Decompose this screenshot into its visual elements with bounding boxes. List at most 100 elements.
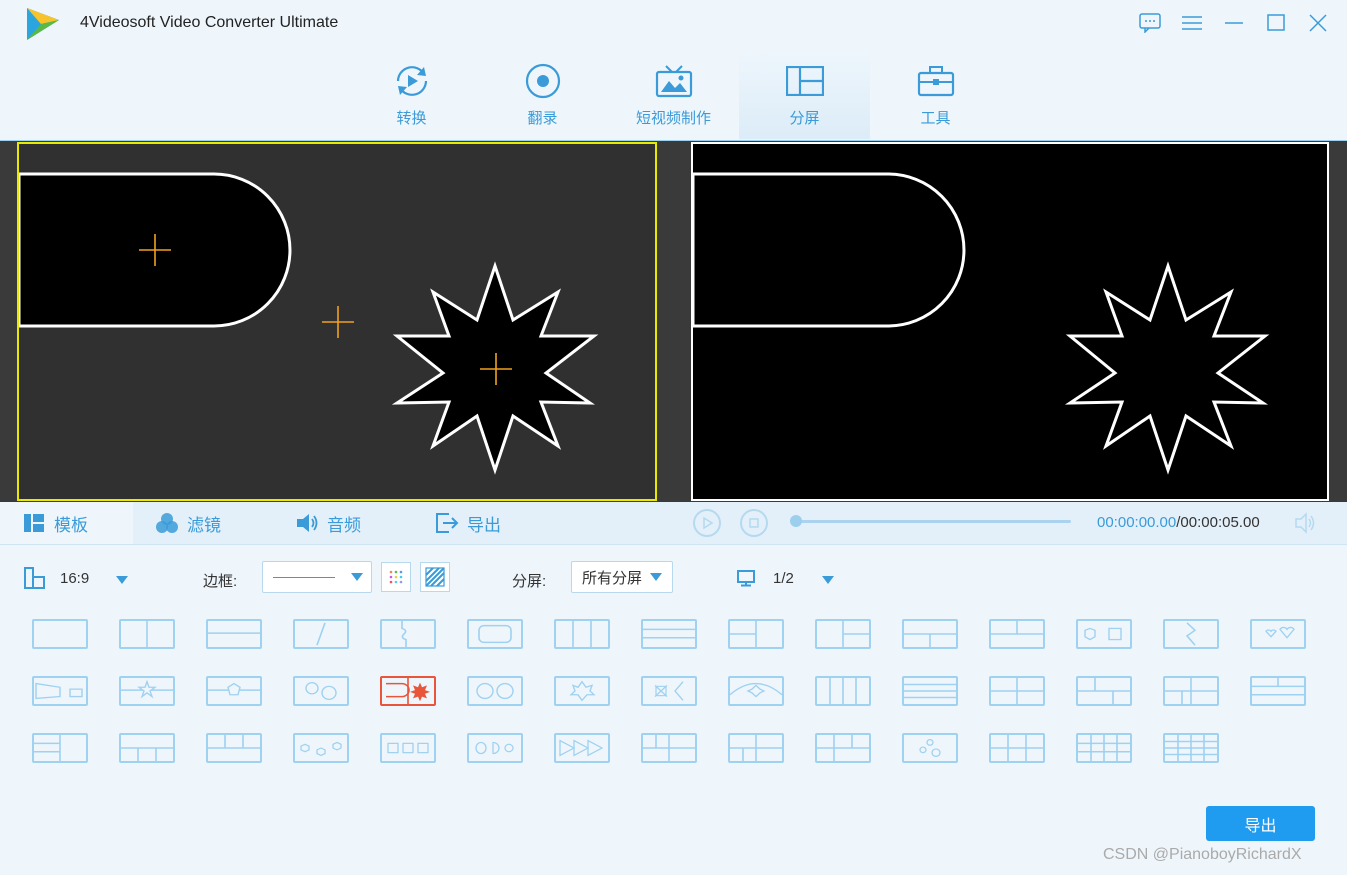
layout-template[interactable] — [1076, 619, 1132, 649]
stop-button[interactable] — [740, 509, 768, 537]
hatch-icon — [425, 567, 445, 587]
tab-label: 滤镜 — [187, 515, 221, 535]
template-preview-icon — [475, 741, 514, 755]
rip-icon — [523, 61, 563, 101]
split-select[interactable]: 所有分屏 — [571, 561, 673, 593]
tab-label: 翻录 — [527, 110, 558, 127]
tab-label: 模板 — [54, 515, 88, 535]
template-preview-icon — [35, 682, 83, 700]
layout-template[interactable] — [902, 676, 958, 706]
layout-template[interactable] — [728, 619, 784, 649]
layout-template[interactable] — [293, 676, 349, 706]
tab-audio[interactable]: 音频 — [273, 502, 413, 544]
layout-template[interactable] — [32, 676, 88, 706]
aspect-ratio-value[interactable]: 16:9 — [60, 570, 89, 587]
layout-template[interactable] — [641, 733, 697, 763]
layout-template[interactable] — [641, 676, 697, 706]
tab-toolbox[interactable]: 工具 — [870, 50, 1001, 139]
layout-template[interactable] — [989, 733, 1045, 763]
layout-template[interactable] — [815, 733, 871, 763]
layout-template[interactable] — [1076, 733, 1132, 763]
layout-template[interactable] — [380, 676, 436, 706]
tab-label: 音频 — [327, 515, 361, 535]
divider — [0, 544, 1347, 545]
layout-template[interactable] — [554, 619, 610, 649]
title-bar: 4Videosoft Video Converter Ultimate — [0, 0, 1347, 48]
maximize-icon[interactable] — [1261, 10, 1291, 36]
template-preview-icon — [1185, 622, 1197, 646]
layout-template[interactable] — [380, 733, 436, 763]
total-time: /00:00:05.00 — [1176, 514, 1260, 531]
layout-template[interactable] — [728, 733, 784, 763]
player-controls: 00:00:00.00/00:00:05.00 — [673, 502, 1347, 544]
tab-rip[interactable]: 翻录 — [477, 50, 608, 139]
layout-template[interactable] — [32, 733, 88, 763]
play-button[interactable] — [693, 509, 721, 537]
template-preview-icon — [919, 739, 941, 757]
layout-template[interactable] — [815, 619, 871, 649]
play-icon — [703, 517, 713, 529]
layout-template[interactable] — [32, 619, 88, 649]
border-color-button[interactable] — [381, 562, 411, 592]
progress-handle[interactable] — [790, 515, 802, 527]
layout-template[interactable] — [119, 619, 175, 649]
template-preview-icon — [1078, 678, 1130, 704]
layout-template[interactable] — [728, 676, 784, 706]
template-preview-icon — [572, 621, 592, 647]
layout-template[interactable] — [467, 676, 523, 706]
current-time: 00:00:00.00 — [1097, 514, 1177, 531]
layout-template[interactable] — [1250, 676, 1306, 706]
layout-template[interactable] — [554, 676, 610, 706]
layout-template[interactable] — [554, 733, 610, 763]
page-dropdown-icon[interactable] — [822, 571, 834, 588]
feedback-icon[interactable] — [1135, 10, 1165, 36]
tab-filter[interactable]: 滤镜 — [133, 502, 273, 544]
layout-template[interactable] — [467, 619, 523, 649]
menu-icon[interactable] — [1177, 10, 1207, 36]
tab-label: 转换 — [396, 110, 427, 127]
layout-template[interactable] — [119, 676, 175, 706]
template-preview-icon — [401, 621, 407, 647]
layout-template[interactable] — [293, 619, 349, 649]
layout-template[interactable] — [989, 676, 1045, 706]
layout-template[interactable] — [902, 619, 958, 649]
aspect-ratio-dropdown-icon[interactable] — [116, 571, 128, 588]
layout-template[interactable] — [467, 733, 523, 763]
template-preview-icon — [478, 624, 512, 644]
layout-template[interactable] — [1163, 676, 1219, 706]
layout-template[interactable] — [1250, 619, 1306, 649]
layout-template[interactable] — [293, 733, 349, 763]
tab-label: 短视频制作 — [635, 110, 711, 127]
tab-template[interactable]: 模板 — [0, 502, 133, 544]
edit-preview-pane[interactable] — [17, 142, 657, 501]
layout-template[interactable] — [206, 619, 262, 649]
layout-template[interactable] — [902, 733, 958, 763]
layout-template[interactable] — [989, 619, 1045, 649]
layout-template[interactable] — [119, 733, 175, 763]
aspect-ratio-icon[interactable] — [24, 567, 46, 593]
template-preview-icon — [208, 735, 260, 749]
layout-template[interactable] — [380, 619, 436, 649]
border-pattern-button[interactable] — [420, 562, 450, 592]
border-style-select[interactable] — [262, 561, 372, 593]
layout-template[interactable] — [815, 676, 871, 706]
close-icon[interactable] — [1303, 10, 1333, 36]
layout-template[interactable] — [1076, 676, 1132, 706]
layout-template[interactable] — [641, 619, 697, 649]
layout-template[interactable] — [1163, 619, 1219, 649]
volume-icon[interactable] — [1294, 512, 1318, 534]
layout-template[interactable] — [1163, 733, 1219, 763]
layout-template[interactable] — [206, 733, 262, 763]
tab-export[interactable]: 导出 — [413, 502, 553, 544]
template-preview-icon — [146, 621, 148, 647]
color-grid-icon — [389, 570, 403, 584]
layout-template[interactable] — [206, 676, 262, 706]
tab-convert[interactable]: 转换 — [346, 50, 477, 139]
template-preview-icon — [991, 735, 1043, 761]
export-button[interactable]: 导出 — [1206, 806, 1315, 841]
template-preview-icon — [904, 683, 956, 699]
tab-mv[interactable]: 短视频制作 — [608, 50, 739, 139]
minimize-icon[interactable] — [1219, 10, 1249, 36]
tab-split-screen[interactable]: 分屏 — [739, 50, 870, 139]
progress-slider[interactable] — [795, 520, 1071, 523]
